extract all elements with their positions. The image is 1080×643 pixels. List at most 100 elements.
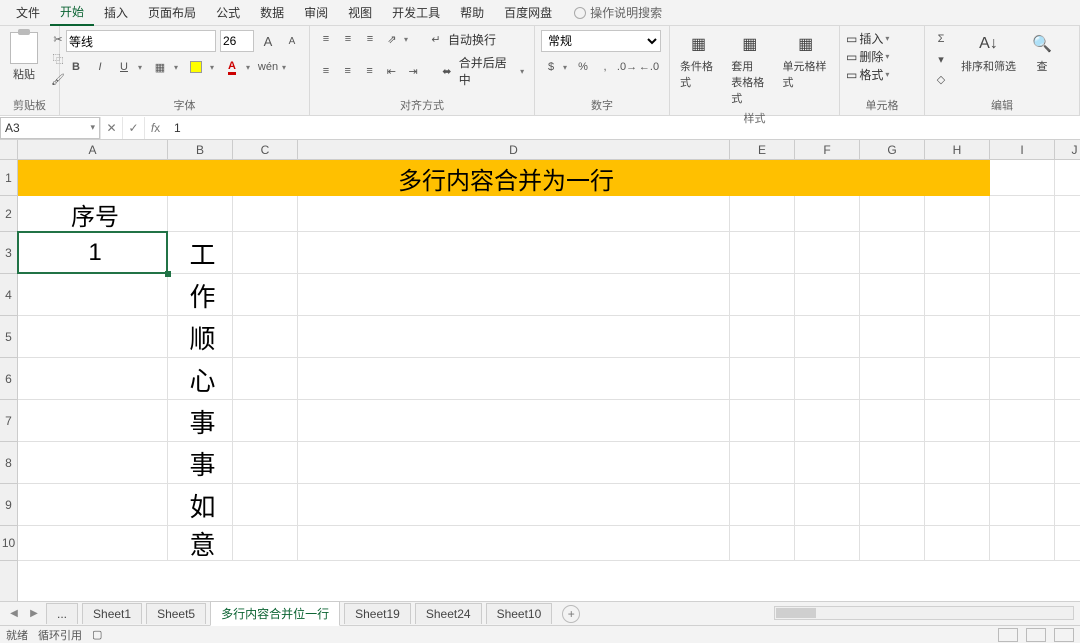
- merge-center-button[interactable]: 合并后居中: [459, 54, 518, 88]
- cell-B4[interactable]: 作: [168, 274, 233, 316]
- col-header-F[interactable]: F: [795, 140, 860, 159]
- name-box[interactable]: A3 ▾: [0, 117, 100, 139]
- bold-button[interactable]: B: [66, 58, 86, 76]
- cell-A2[interactable]: 序号: [18, 196, 168, 232]
- col-header-E[interactable]: E: [730, 140, 795, 159]
- cancel-formula-button[interactable]: ✕: [100, 117, 122, 139]
- col-header-A[interactable]: A: [18, 140, 168, 159]
- clear-button[interactable]: ◇: [931, 70, 951, 88]
- tab-home[interactable]: 开始: [50, 0, 94, 26]
- tab-insert[interactable]: 插入: [94, 0, 138, 25]
- currency-button[interactable]: $: [541, 58, 561, 76]
- cell-B6[interactable]: 心: [168, 358, 233, 400]
- row-header-5[interactable]: 5: [0, 316, 17, 358]
- align-left-button[interactable]: ≡: [316, 62, 336, 80]
- col-header-H[interactable]: H: [925, 140, 990, 159]
- wrap-text-button[interactable]: 自动换行: [448, 31, 496, 48]
- cell-B10[interactable]: 意: [168, 526, 233, 561]
- align-top-button[interactable]: ≡: [316, 30, 336, 48]
- fill-handle[interactable]: [165, 271, 171, 277]
- increase-font-button[interactable]: A: [258, 32, 278, 50]
- add-sheet-button[interactable]: +: [562, 605, 580, 623]
- align-bottom-button[interactable]: ≡: [360, 30, 380, 48]
- cell-A1[interactable]: 多行内容合并为一行: [18, 160, 990, 196]
- italic-button[interactable]: I: [90, 58, 110, 76]
- sheet-tab-sheet19[interactable]: Sheet19: [344, 603, 411, 624]
- formula-value[interactable]: 1: [166, 121, 1080, 135]
- align-right-button[interactable]: ≡: [360, 62, 380, 80]
- row-header-7[interactable]: 7: [0, 400, 17, 442]
- row-header-3[interactable]: 3: [0, 232, 17, 274]
- spreadsheet-grid[interactable]: ABCDEFGHIJ 12345678910 多行内容合并为一行序号1工作顺心事…: [0, 140, 1080, 601]
- tab-pagelayout[interactable]: 页面布局: [138, 0, 206, 25]
- name-box-dropdown-icon[interactable]: ▾: [90, 122, 99, 133]
- enter-formula-button[interactable]: ✓: [122, 117, 144, 139]
- comma-button[interactable]: ,: [595, 58, 615, 76]
- indent-inc-button[interactable]: ⇥: [403, 62, 423, 80]
- row-header-6[interactable]: 6: [0, 358, 17, 400]
- font-size-combo[interactable]: [220, 30, 254, 52]
- tab-formulas[interactable]: 公式: [206, 0, 250, 25]
- percent-button[interactable]: %: [573, 58, 593, 76]
- tab-view[interactable]: 视图: [338, 0, 382, 25]
- view-pagebreak-button[interactable]: [1054, 628, 1074, 642]
- find-select-button[interactable]: 🔍查: [1026, 30, 1058, 76]
- col-header-I[interactable]: I: [990, 140, 1055, 159]
- sheet-tab-sheet5[interactable]: Sheet5: [146, 603, 206, 624]
- sheet-tab-sheet24[interactable]: Sheet24: [415, 603, 482, 624]
- cell-B9[interactable]: 如: [168, 484, 233, 526]
- col-header-D[interactable]: D: [298, 140, 730, 159]
- cells-delete-button[interactable]: ▭删除▾: [846, 48, 893, 65]
- macro-record-icon[interactable]: ▢: [92, 628, 102, 641]
- cells-area[interactable]: 多行内容合并为一行序号1工作顺心事事如意: [18, 160, 1080, 601]
- orientation-button[interactable]: ⇗: [382, 30, 402, 48]
- row-header-9[interactable]: 9: [0, 484, 17, 526]
- tab-devtools[interactable]: 开发工具: [382, 0, 450, 25]
- hscroll-thumb[interactable]: [776, 608, 816, 618]
- tell-me-search[interactable]: 操作说明搜索: [574, 4, 662, 21]
- number-format-combo[interactable]: 常规: [541, 30, 661, 52]
- col-header-J[interactable]: J: [1055, 140, 1080, 159]
- sort-filter-button[interactable]: A↓排序和筛选: [957, 30, 1020, 76]
- sheet-tab-sheet10[interactable]: Sheet10: [486, 603, 553, 624]
- dec-decimal-button[interactable]: ←.0: [639, 58, 659, 76]
- col-header-B[interactable]: B: [168, 140, 233, 159]
- fx-button[interactable]: fx: [144, 117, 166, 139]
- horizontal-scrollbar[interactable]: [774, 606, 1074, 620]
- fill-button[interactable]: ▾: [931, 50, 951, 68]
- col-header-G[interactable]: G: [860, 140, 925, 159]
- select-all-corner[interactable]: [0, 140, 18, 160]
- cells-insert-button[interactable]: ▭插入▾: [846, 30, 893, 47]
- tab-data[interactable]: 数据: [250, 0, 294, 25]
- cell-B8[interactable]: 事: [168, 442, 233, 484]
- cell-B3[interactable]: 工: [168, 232, 233, 274]
- sheet-nav-prev[interactable]: ◀: [6, 606, 22, 622]
- table-format-button[interactable]: ▦套用 表格格式: [727, 30, 772, 108]
- view-pagelayout-button[interactable]: [1026, 628, 1046, 642]
- inc-decimal-button[interactable]: .0→: [617, 58, 637, 76]
- sheet-tab-sheet1[interactable]: Sheet1: [82, 603, 142, 624]
- cells-format-button[interactable]: ▭格式▾: [846, 66, 893, 83]
- autosum-button[interactable]: Σ: [931, 30, 951, 48]
- row-header-10[interactable]: 10: [0, 526, 17, 561]
- cell-styles-button[interactable]: ▦单元格样式: [778, 30, 833, 92]
- decrease-font-button[interactable]: A: [282, 32, 302, 50]
- tab-review[interactable]: 审阅: [294, 0, 338, 25]
- view-normal-button[interactable]: [998, 628, 1018, 642]
- cell-A3[interactable]: 1: [18, 232, 168, 274]
- indent-dec-button[interactable]: ⇤: [381, 62, 401, 80]
- align-middle-button[interactable]: ≡: [338, 30, 358, 48]
- row-header-4[interactable]: 4: [0, 274, 17, 316]
- col-header-C[interactable]: C: [233, 140, 298, 159]
- underline-button[interactable]: U: [114, 58, 134, 76]
- phonetic-button[interactable]: wén: [258, 58, 278, 76]
- conditional-format-button[interactable]: ▦条件格式: [676, 30, 721, 92]
- sheet-tab-merge[interactable]: 多行内容合并位一行: [210, 601, 340, 626]
- fill-color-button[interactable]: [186, 58, 206, 76]
- row-header-8[interactable]: 8: [0, 442, 17, 484]
- tab-help[interactable]: 帮助: [450, 0, 494, 25]
- sheet-tab-more[interactable]: ...: [46, 603, 78, 624]
- font-name-combo[interactable]: [66, 30, 216, 52]
- row-header-1[interactable]: 1: [0, 160, 17, 196]
- font-color-button[interactable]: A: [222, 58, 242, 76]
